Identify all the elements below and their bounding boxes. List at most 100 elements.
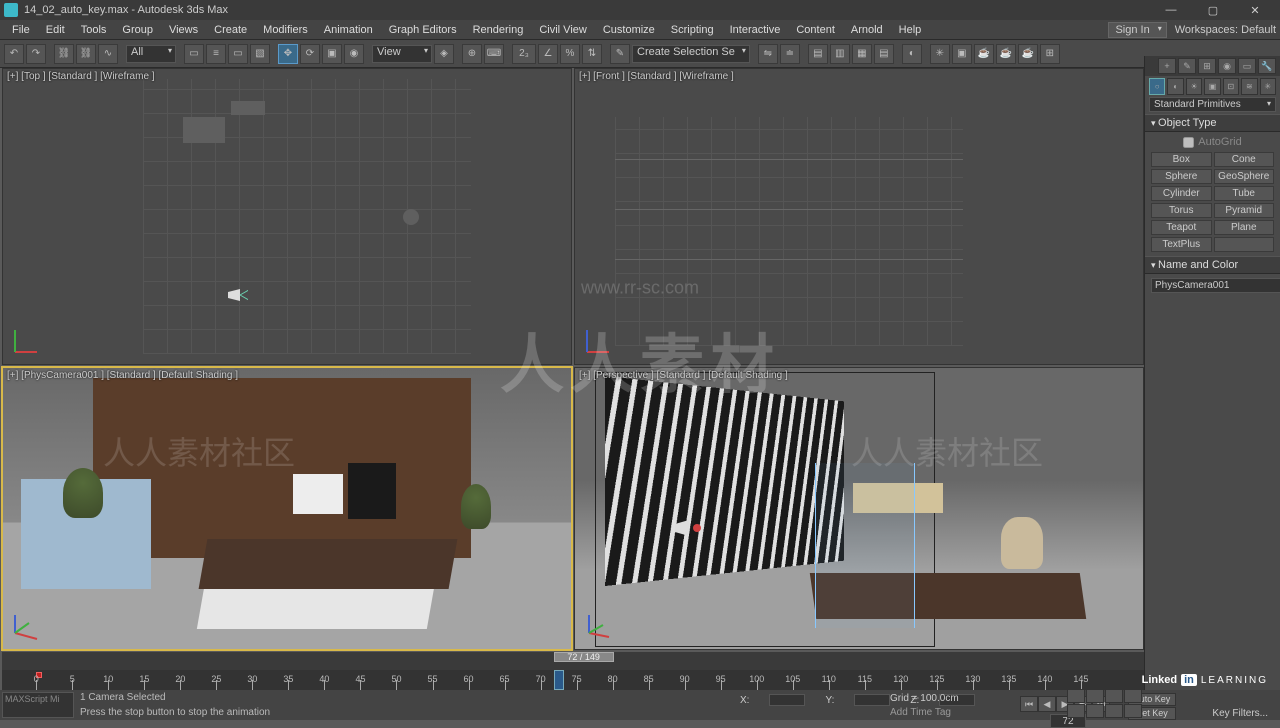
- object-name-input[interactable]: [1151, 278, 1280, 293]
- layers-button[interactable]: ▤: [808, 44, 828, 64]
- named-selection-sets[interactable]: Create Selection Se: [632, 45, 750, 63]
- track-bar[interactable]: 72 / 149: [2, 652, 1144, 670]
- autogrid-checkbox[interactable]: AutoGrid: [1151, 136, 1274, 148]
- cameras-icon[interactable]: ▣: [1204, 78, 1220, 95]
- goto-start-button[interactable]: ⏮: [1020, 696, 1038, 712]
- primitive-pyramid[interactable]: Pyramid: [1214, 203, 1275, 218]
- timeline-ruler[interactable]: 0510152025303540455055606570758085909510…: [2, 670, 1144, 690]
- align-button[interactable]: ≐: [780, 44, 800, 64]
- primitive-sphere[interactable]: Sphere: [1151, 169, 1212, 184]
- minimize-button[interactable]: —: [1150, 0, 1192, 20]
- viewport-label-persp[interactable]: [+] [Perspective ] [Standard ] [Default …: [579, 370, 788, 381]
- menu-civil-view[interactable]: Civil View: [531, 22, 594, 38]
- bind-spacewarp-button[interactable]: ∿: [98, 44, 118, 64]
- angle-snap-button[interactable]: ∠: [538, 44, 558, 64]
- helpers-icon[interactable]: ⊡: [1223, 78, 1239, 95]
- use-pivot-button[interactable]: ◈: [434, 44, 454, 64]
- rendered-frame-button[interactable]: ▣: [952, 44, 972, 64]
- viewport-front[interactable]: [+] [Front ] [Standard ] [Wireframe ]: [574, 68, 1144, 365]
- unlink-button[interactable]: ⛓: [76, 44, 96, 64]
- primitive-plane[interactable]: Plane: [1214, 220, 1275, 235]
- zoom-extents-all-button[interactable]: [1124, 689, 1142, 703]
- geometry-icon[interactable]: ○: [1149, 78, 1165, 95]
- selection-filter[interactable]: All: [126, 45, 176, 63]
- primitive-teapot[interactable]: Teapot: [1151, 220, 1212, 235]
- rollout-name-color[interactable]: Name and Color: [1145, 256, 1280, 274]
- redo-button[interactable]: ↷: [26, 44, 46, 64]
- spacewarps-icon[interactable]: ≋: [1241, 78, 1257, 95]
- time-cursor[interactable]: [554, 670, 564, 690]
- add-time-tag[interactable]: Add Time Tag: [890, 707, 951, 718]
- ref-coord-system[interactable]: View: [372, 45, 432, 63]
- window-crossing-button[interactable]: ▧: [250, 44, 270, 64]
- percent-snap-button[interactable]: %: [560, 44, 580, 64]
- snap-toggle-2[interactable]: 2₃: [512, 44, 536, 64]
- category-dropdown[interactable]: Standard Primitives: [1149, 97, 1276, 112]
- menu-tools[interactable]: Tools: [73, 22, 115, 38]
- spinner-snap-button[interactable]: ⇅: [582, 44, 602, 64]
- render-prod-button[interactable]: ☕: [974, 44, 994, 64]
- primitive-box[interactable]: Box: [1151, 152, 1212, 167]
- menu-animation[interactable]: Animation: [316, 22, 381, 38]
- systems-icon[interactable]: ✳: [1260, 78, 1276, 95]
- curve-editor-button[interactable]: ▦: [852, 44, 872, 64]
- orbit-button[interactable]: [1105, 704, 1123, 718]
- primitive-cylinder[interactable]: Cylinder: [1151, 186, 1212, 201]
- select-place-button[interactable]: ◉: [344, 44, 364, 64]
- primitive-torus[interactable]: Torus: [1151, 203, 1212, 218]
- undo-button[interactable]: ↶: [4, 44, 24, 64]
- menu-content[interactable]: Content: [788, 22, 843, 38]
- menu-rendering[interactable]: Rendering: [465, 22, 532, 38]
- menu-group[interactable]: Group: [114, 22, 161, 38]
- select-object-button[interactable]: ▭: [184, 44, 204, 64]
- close-button[interactable]: ✕: [1234, 0, 1276, 20]
- signin-dropdown[interactable]: Sign In: [1108, 22, 1166, 38]
- menu-arnold[interactable]: Arnold: [843, 22, 891, 38]
- time-slider-thumb[interactable]: 72 / 149: [554, 652, 614, 662]
- menu-scripting[interactable]: Scripting: [663, 22, 722, 38]
- utilities-tab[interactable]: 🔧: [1258, 58, 1276, 74]
- link-button[interactable]: ⛓: [54, 44, 74, 64]
- render-online-button[interactable]: ⊞: [1040, 44, 1060, 64]
- lights-icon[interactable]: ☀: [1186, 78, 1202, 95]
- primitive-textplus[interactable]: TextPlus: [1151, 237, 1212, 252]
- edit-named-sel-button[interactable]: ✎: [610, 44, 630, 64]
- motion-tab[interactable]: ◉: [1218, 58, 1236, 74]
- select-by-name-button[interactable]: ≡: [206, 44, 226, 64]
- viewport-perspective[interactable]: [+] [Perspective ] [Standard ] [Default …: [574, 367, 1144, 650]
- max-toggle-button[interactable]: [1124, 704, 1142, 718]
- x-field[interactable]: [769, 694, 805, 706]
- rect-region-button[interactable]: ▭: [228, 44, 248, 64]
- render-activeshade-button[interactable]: ☕: [1018, 44, 1038, 64]
- manipulate-button[interactable]: ⊕: [462, 44, 482, 64]
- menu-graph-editors[interactable]: Graph Editors: [381, 22, 465, 38]
- hierarchy-tab[interactable]: ⊞: [1198, 58, 1216, 74]
- rollout-object-type[interactable]: Object Type: [1145, 114, 1280, 132]
- menu-help[interactable]: Help: [891, 22, 930, 38]
- workspaces-value[interactable]: Default: [1241, 24, 1276, 36]
- render-iter-button[interactable]: ☕: [996, 44, 1016, 64]
- shapes-icon[interactable]: ◐: [1167, 78, 1183, 95]
- key-filters-button[interactable]: Key Filters...: [1212, 708, 1268, 719]
- zoom-extents-button[interactable]: [1105, 689, 1123, 703]
- menu-interactive[interactable]: Interactive: [722, 22, 789, 38]
- primitive-tube[interactable]: Tube: [1214, 186, 1275, 201]
- menu-modifiers[interactable]: Modifiers: [255, 22, 316, 38]
- mirror-button[interactable]: ⇋: [758, 44, 778, 64]
- modify-tab[interactable]: ✎: [1178, 58, 1196, 74]
- viewport-label-top[interactable]: [+] [Top ] [Standard ] [Wireframe ]: [7, 71, 155, 82]
- select-move-button[interactable]: ✥: [278, 44, 298, 64]
- zoom-button[interactable]: [1067, 689, 1085, 703]
- y-field[interactable]: [854, 694, 890, 706]
- menu-views[interactable]: Views: [161, 22, 206, 38]
- viewport-label-front[interactable]: [+] [Front ] [Standard ] [Wireframe ]: [579, 71, 734, 82]
- menu-file[interactable]: File: [4, 22, 38, 38]
- create-tab[interactable]: +: [1158, 58, 1176, 74]
- select-scale-button[interactable]: ▣: [322, 44, 342, 64]
- keyboard-shortcut-button[interactable]: ⌨: [484, 44, 504, 64]
- primitive-cone[interactable]: Cone: [1214, 152, 1275, 167]
- render-setup-button[interactable]: ✳: [930, 44, 950, 64]
- zoom-all-button[interactable]: [1086, 689, 1104, 703]
- material-editor-button[interactable]: ◐: [902, 44, 922, 64]
- display-tab[interactable]: ▭: [1238, 58, 1256, 74]
